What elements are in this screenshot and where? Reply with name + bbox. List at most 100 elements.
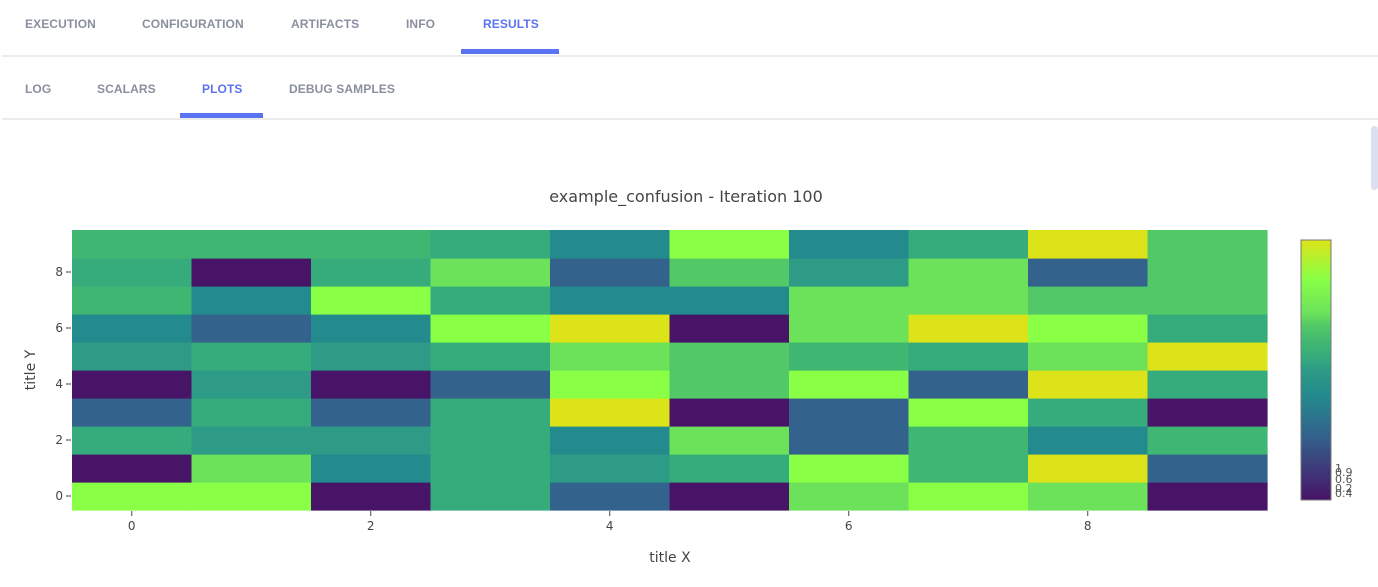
colorbar [1300,239,1332,501]
heatmap-cell [430,398,551,427]
heatmap-cell [311,342,432,371]
heatmap-cell [1028,454,1149,483]
heatmap-cell [789,286,910,315]
heatmap-cell [1147,286,1268,315]
heatmap-cell [908,370,1029,399]
heatmap-cell [550,314,671,343]
heatmap-cell [789,482,910,511]
heatmap-cell [311,314,432,343]
vertical-scrollbar[interactable] [1371,126,1378,190]
heatmap-cell [908,454,1029,483]
tab-configuration[interactable]: CONFIGURATION [142,17,244,31]
x-axis: 0 2 4 6 8 [128,511,1092,533]
tab-info[interactable]: INFO [406,17,435,31]
heatmap-cell [72,398,193,427]
chart-title: example_confusion - Iteration 100 [549,187,823,207]
heatmap-cell [669,286,790,315]
heatmap-cell [550,370,671,399]
heatmap-cell [311,230,432,259]
heatmap-cell [430,370,551,399]
heatmap-cell [789,230,910,259]
heatmap-cell [1028,314,1149,343]
heatmap-cell [1028,426,1149,455]
heatmap-cell [789,454,910,483]
heatmap-cell [430,314,551,343]
heatmap-cell [191,426,312,455]
y-tick-label: 0 [55,489,63,503]
colorbar-tick-label: 0.9 [1335,466,1353,479]
heatmap-cell [669,314,790,343]
heatmap-cell [1028,370,1149,399]
tab-results[interactable]: RESULTS [483,17,539,31]
tab-artifacts[interactable]: ARTIFACTS [291,17,359,31]
sub-tab-bar: LOG SCALARS PLOTS DEBUG SAMPLES [2,57,1378,120]
heatmap-cell [191,482,312,511]
tab-execution[interactable]: EXECUTION [25,17,96,31]
heatmap-cell [72,258,193,287]
y-tick-label: 8 [55,265,63,279]
heatmap-cell [669,482,790,511]
heatmap-cell [908,286,1029,315]
heatmap-cell [430,230,551,259]
heatmap-cell [669,454,790,483]
heatmap-cell [72,482,193,511]
heatmap-cell [72,230,193,259]
heatmap-cell [191,370,312,399]
heatmap-cell [311,482,432,511]
y-tick-label: 2 [55,433,63,447]
heatmap-cell [789,342,910,371]
heatmap-cell [311,286,432,315]
heatmap-cell [1147,398,1268,427]
active-tab-indicator [461,49,559,54]
subtab-log[interactable]: LOG [25,82,51,96]
heatmap-cell [550,286,671,315]
heatmap-cell [430,342,551,371]
heatmap-cell [669,230,790,259]
heatmap-cell [311,258,432,287]
heatmap-cell [550,426,671,455]
heatmap-cell [1028,398,1149,427]
heatmap-cell [430,286,551,315]
subtab-scalars[interactable]: SCALARS [97,82,156,96]
y-tick-label: 4 [55,377,63,391]
heatmap-cell [908,314,1029,343]
heatmap-cell [1147,426,1268,455]
subtab-debug-samples[interactable]: DEBUG SAMPLES [289,82,395,96]
heatmap-cell [430,258,551,287]
heatmap-cell [72,314,193,343]
x-tick-label: 2 [367,519,375,533]
heatmap-cell [669,370,790,399]
heatmap-cell [311,370,432,399]
heatmap-cell [191,454,312,483]
heatmap-cell [72,342,193,371]
heatmap-cell [1028,342,1149,371]
heatmap-cell [550,454,671,483]
heatmap-cell [191,314,312,343]
x-tick-label: 8 [1084,519,1092,533]
heatmap-cell [311,398,432,427]
heatmap-cell [1147,482,1268,511]
heatmap-cell [1147,230,1268,259]
subtab-plots[interactable]: PLOTS [202,82,243,96]
heatmap-cell [669,258,790,287]
x-tick-label: 0 [128,519,136,533]
heatmap-cell [550,230,671,259]
heatmap-cell [1028,230,1149,259]
heatmap-cell [1028,258,1149,287]
heatmap-cell [550,258,671,287]
heatmap-cell [908,398,1029,427]
heatmap-cell [191,342,312,371]
heatmap-cell [1147,314,1268,343]
y-axis-title: title Y [23,349,39,390]
heatmap-cell [191,398,312,427]
heatmap-cell [789,314,910,343]
heatmap-cell [1028,286,1149,315]
heatmap-cell [191,258,312,287]
heatmap-cell [72,286,193,315]
heatmap-cell [908,482,1029,511]
x-tick-label: 4 [606,519,614,533]
heatmap-cell [789,370,910,399]
colorbar-ticks: 10.90.60.20.4 [1335,462,1353,500]
heatmap-cell [669,398,790,427]
y-tick-label: 6 [55,321,63,335]
